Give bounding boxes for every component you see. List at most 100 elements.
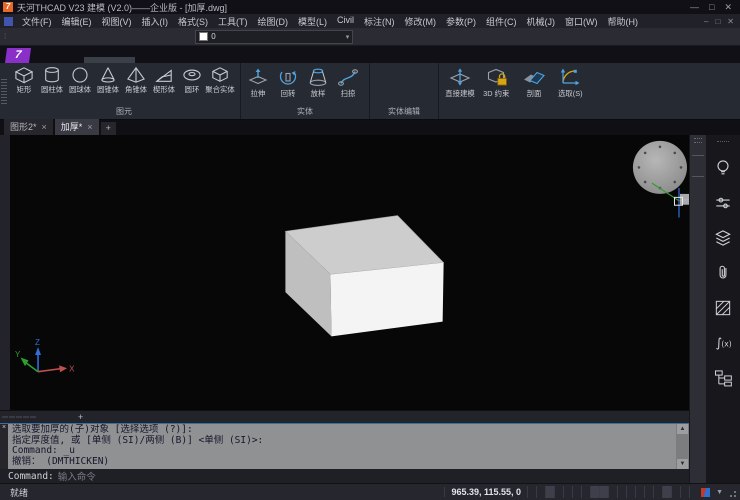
edge-fillet[interactable] bbox=[404, 66, 419, 79]
tool-extrude[interactable]: 拉伸 bbox=[243, 64, 273, 99]
tool-wedge[interactable]: 楔形体 bbox=[150, 64, 178, 95]
toolbar-grip[interactable]: ⁞ bbox=[4, 32, 5, 41]
first-layout-button[interactable] bbox=[2, 416, 8, 418]
status-dimstyle[interactable] bbox=[536, 486, 545, 498]
tool-box[interactable]: 矩形 bbox=[10, 64, 38, 95]
face-copy[interactable] bbox=[404, 92, 419, 105]
face-taper[interactable] bbox=[419, 66, 434, 79]
layers-icon[interactable] bbox=[712, 228, 734, 250]
menu-item[interactable]: 帮助(H) bbox=[603, 15, 644, 28]
solids-subtract[interactable] bbox=[389, 66, 404, 79]
toolbar-divider[interactable] bbox=[692, 176, 704, 177]
edge-copy[interactable] bbox=[389, 92, 404, 105]
panel-caption[interactable]: 图元 bbox=[10, 105, 238, 119]
section-button[interactable]: 剖面 bbox=[515, 64, 552, 99]
solids-slice[interactable] bbox=[389, 79, 404, 92]
command-scrollbar[interactable]: ▲ ▼ bbox=[676, 424, 689, 469]
solid-box[interactable] bbox=[285, 216, 443, 337]
doc-tab-drawing2[interactable]: 图形2* × bbox=[4, 119, 53, 135]
menu-item[interactable]: Civil bbox=[332, 15, 359, 28]
status-scale[interactable] bbox=[626, 486, 635, 498]
constraint-3d-button[interactable]: 3D 约束 bbox=[478, 64, 515, 99]
menu-item[interactable]: 编辑(E) bbox=[57, 15, 97, 28]
attachment-icon[interactable] bbox=[712, 263, 734, 285]
status-quad[interactable] bbox=[653, 486, 662, 498]
close-tab-icon[interactable]: × bbox=[42, 122, 47, 132]
status-pickcycle[interactable] bbox=[662, 486, 671, 498]
menu-item[interactable]: 窗口(W) bbox=[560, 15, 603, 28]
last-layout-button[interactable] bbox=[23, 416, 29, 418]
status-lineweight[interactable] bbox=[608, 486, 617, 498]
panel-caption[interactable]: 实体编辑 bbox=[372, 105, 436, 119]
status-workspace[interactable] bbox=[545, 486, 554, 498]
menu-item[interactable]: 视图(V) bbox=[97, 15, 137, 28]
minimize-button[interactable]: — bbox=[690, 2, 699, 13]
solids-separate[interactable] bbox=[419, 92, 434, 105]
mdi-close-button[interactable]: ✕ bbox=[727, 17, 734, 26]
menu-item[interactable]: 文件(F) bbox=[17, 15, 57, 28]
solids-union[interactable] bbox=[374, 66, 389, 79]
doc-tab-thicken[interactable]: 加厚* × bbox=[55, 119, 99, 135]
scroll-down-icon[interactable]: ▼ bbox=[677, 459, 688, 469]
tool-polysolid[interactable]: 聚合实体 bbox=[206, 64, 234, 95]
new-tab-button[interactable]: + bbox=[101, 122, 116, 135]
lightbulb-icon[interactable] bbox=[712, 158, 734, 180]
solids-shell[interactable] bbox=[419, 79, 434, 92]
hatch-pattern-icon[interactable] bbox=[712, 298, 734, 320]
status-textstyle[interactable] bbox=[527, 486, 536, 498]
face-extrude[interactable] bbox=[404, 79, 419, 92]
tool-pyramid[interactable]: 角锥体 bbox=[122, 64, 150, 95]
settings-sliders-icon[interactable] bbox=[712, 193, 734, 215]
menu-item[interactable]: 绘图(D) bbox=[253, 15, 294, 28]
status-snap[interactable] bbox=[554, 486, 563, 498]
drawing-canvas[interactable]: Z X Y bbox=[10, 135, 689, 410]
status-dyn[interactable] bbox=[644, 486, 653, 498]
scroll-up-icon[interactable]: ▲ bbox=[677, 424, 688, 434]
status-polar[interactable] bbox=[581, 486, 590, 498]
ribbon-grip[interactable] bbox=[1, 77, 7, 105]
status-tile[interactable] bbox=[617, 486, 626, 498]
formula-icon[interactable] bbox=[712, 333, 734, 355]
menu-item[interactable]: 标注(N) bbox=[359, 15, 400, 28]
structure-icon[interactable] bbox=[712, 368, 734, 390]
edge-color[interactable] bbox=[374, 92, 389, 105]
tool-revolve[interactable]: 回转 bbox=[273, 64, 303, 99]
maximize-button[interactable]: □ bbox=[709, 2, 714, 13]
panel-caption[interactable]: 实体 bbox=[243, 105, 367, 119]
add-layout-button[interactable]: + bbox=[74, 412, 87, 422]
tool-sweep[interactable]: 扫掠 bbox=[333, 64, 363, 99]
select-button[interactable]: 选取(S) bbox=[552, 64, 589, 99]
tool-loft[interactable]: 放样 bbox=[303, 64, 333, 99]
direct-modeling-button[interactable]: 直接建模 bbox=[441, 64, 478, 99]
solids-intersect[interactable] bbox=[374, 79, 389, 92]
command-history[interactable]: 选取要加厚的(子)对象 [选择选项 (?)]:指定厚度值, 或 [单侧 (SI)… bbox=[8, 424, 676, 469]
toolbar-divider[interactable] bbox=[692, 155, 704, 156]
command-input[interactable]: 输入命令 bbox=[58, 469, 96, 483]
menu-item[interactable]: 机械(J) bbox=[522, 15, 561, 28]
quick-view-button[interactable] bbox=[30, 416, 36, 418]
close-tab-icon[interactable]: × bbox=[87, 122, 92, 132]
layer-select[interactable]: 0 ▾ bbox=[195, 30, 353, 44]
resize-grip[interactable] bbox=[728, 487, 736, 497]
tool-cone[interactable]: 圆锥体 bbox=[94, 64, 122, 95]
next-layout-button[interactable] bbox=[16, 416, 22, 418]
menu-item[interactable]: 插入(I) bbox=[137, 15, 174, 28]
status-hka[interactable] bbox=[671, 486, 680, 498]
status-osnap[interactable] bbox=[590, 486, 599, 498]
command-window-grip[interactable]: × bbox=[0, 424, 8, 469]
status-otrack[interactable] bbox=[599, 486, 608, 498]
orbit-sphere[interactable] bbox=[633, 141, 687, 194]
status-ortho[interactable] bbox=[572, 486, 581, 498]
mdi-restore-button[interactable]: □ bbox=[715, 17, 720, 26]
menu-item[interactable]: 模型(L) bbox=[293, 15, 332, 28]
workspace-switch-icon[interactable] bbox=[701, 488, 710, 497]
status-annoscale[interactable] bbox=[689, 486, 698, 498]
tool-cylinder[interactable]: 圆柱体 bbox=[38, 64, 66, 95]
menu-item[interactable]: 参数(P) bbox=[441, 15, 481, 28]
menu-item[interactable]: 格式(S) bbox=[173, 15, 213, 28]
close-button[interactable]: ✕ bbox=[724, 2, 732, 13]
menu-item[interactable]: 组件(C) bbox=[481, 15, 522, 28]
status-grid[interactable] bbox=[563, 486, 572, 498]
status-lockui[interactable] bbox=[680, 486, 689, 498]
thcad-logo-icon[interactable]: 7 bbox=[5, 48, 31, 63]
